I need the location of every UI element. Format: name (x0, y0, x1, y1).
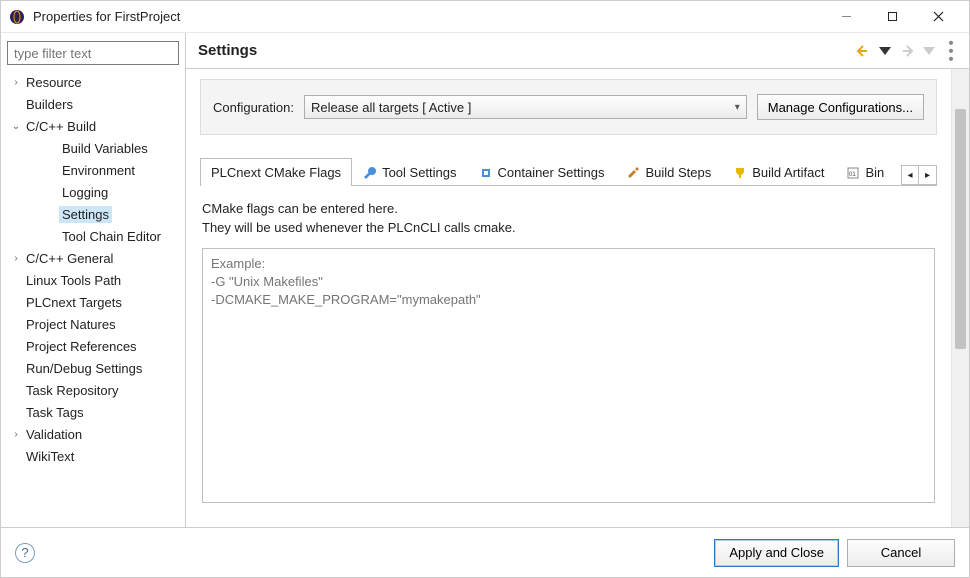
tree-item-c-c-build[interactable]: ⌄C/C++ Build (5, 115, 181, 137)
tree: ›Resource›Builders⌄C/C++ Build›Build Var… (1, 71, 185, 527)
tab-label: Build Steps (645, 165, 711, 180)
view-menu-icon[interactable] (943, 43, 959, 59)
back-arrow-icon[interactable] (855, 43, 871, 59)
tree-item-task-repository[interactable]: ›Task Repository (5, 379, 181, 401)
titlebar: Properties for FirstProject (1, 1, 969, 33)
back-menu-icon[interactable] (877, 43, 893, 59)
tree-item-resource[interactable]: ›Resource (5, 71, 181, 93)
tab-bin[interactable]: 01 Bin (835, 158, 895, 186)
cmake-desc-line1: CMake flags can be entered here. (202, 200, 935, 219)
window-title: Properties for FirstProject (33, 9, 823, 24)
page-header: Settings (186, 33, 969, 69)
trophy-icon (733, 166, 747, 180)
configuration-label: Configuration: (213, 100, 294, 115)
configuration-select[interactable]: Release all targets [ Active ] ▾ (304, 95, 747, 119)
close-button[interactable] (915, 3, 961, 31)
tab-label: Tool Settings (382, 165, 456, 180)
cmake-desc-line2: They will be used whenever the PLCnCLI c… (202, 219, 935, 238)
tab-scroll-left-button[interactable]: ◂ (901, 165, 919, 185)
eclipse-icon (9, 9, 25, 25)
configuration-bar: Configuration: Release all targets [ Act… (200, 79, 937, 135)
svg-text:01: 01 (849, 172, 856, 178)
tree-item-label: Environment (59, 162, 138, 179)
tree-item-label: PLCnext Targets (23, 294, 125, 311)
tab-tool-settings[interactable]: Tool Settings (352, 158, 467, 186)
tree-item-label: C/C++ Build (23, 118, 99, 135)
maximize-button[interactable] (869, 3, 915, 31)
tree-item-tool-chain-editor[interactable]: ›Tool Chain Editor (5, 225, 181, 247)
tab-label: Bin (865, 165, 884, 180)
tree-item-label: Build Variables (59, 140, 151, 157)
tab-label: PLCnext CMake Flags (211, 165, 341, 180)
tree-item-logging[interactable]: ›Logging (5, 181, 181, 203)
tree-item-run-debug-settings[interactable]: ›Run/Debug Settings (5, 357, 181, 379)
tree-item-project-natures[interactable]: ›Project Natures (5, 313, 181, 335)
tree-item-linux-tools-path[interactable]: ›Linux Tools Path (5, 269, 181, 291)
tree-item-label: Tool Chain Editor (59, 228, 164, 245)
minimize-button[interactable] (823, 3, 869, 31)
tab-build-artifact[interactable]: Build Artifact (722, 158, 835, 186)
tree-item-build-variables[interactable]: ›Build Variables (5, 137, 181, 159)
tab-container-settings[interactable]: Container Settings (468, 158, 616, 186)
button-bar: ? Apply and Close Cancel (1, 527, 969, 577)
wrench-icon (363, 166, 377, 180)
vertical-scrollbar[interactable] (951, 69, 969, 527)
tab-label: Build Artifact (752, 165, 824, 180)
cmake-flags-input[interactable] (202, 248, 935, 503)
tree-item-label: Project References (23, 338, 140, 355)
tree-item-builders[interactable]: ›Builders (5, 93, 181, 115)
tree-item-label: Validation (23, 426, 85, 443)
help-icon[interactable]: ? (15, 543, 35, 563)
page-title: Settings (198, 42, 855, 59)
tree-item-label: C/C++ General (23, 250, 116, 267)
tree-item-task-tags[interactable]: ›Task Tags (5, 401, 181, 423)
chevron-right-icon[interactable]: › (9, 429, 23, 440)
tab-label: Container Settings (498, 165, 605, 180)
tree-item-label: Builders (23, 96, 76, 113)
tab-body-plcnext-cmake-flags: CMake flags can be entered here. They wi… (200, 186, 937, 517)
tree-item-label: Settings (59, 206, 112, 223)
tree-item-label: Linux Tools Path (23, 272, 124, 289)
forward-arrow-icon[interactable] (899, 43, 915, 59)
tree-item-validation[interactable]: ›Validation (5, 423, 181, 445)
cancel-button[interactable]: Cancel (847, 539, 955, 567)
chevron-down-icon[interactable]: ⌄ (9, 121, 23, 132)
tree-item-environment[interactable]: ›Environment (5, 159, 181, 181)
tree-item-label: Resource (23, 74, 85, 91)
chevron-right-icon[interactable]: › (9, 77, 23, 88)
manage-configurations-button[interactable]: Manage Configurations... (757, 94, 924, 120)
tree-item-label: WikiText (23, 448, 77, 465)
tree-item-wikitext[interactable]: ›WikiText (5, 445, 181, 467)
tree-item-plcnext-targets[interactable]: ›PLCnext Targets (5, 291, 181, 313)
apply-and-close-button[interactable]: Apply and Close (714, 539, 839, 567)
binary-icon: 01 (846, 166, 860, 180)
tab-plcnext-cmake-flags[interactable]: PLCnext CMake Flags (200, 158, 352, 186)
tree-item-label: Logging (59, 184, 111, 201)
chip-icon (479, 166, 493, 180)
chevron-right-icon[interactable]: › (9, 253, 23, 264)
tree-item-c-c-general[interactable]: ›C/C++ General (5, 247, 181, 269)
tab-build-steps[interactable]: Build Steps (615, 158, 722, 186)
tree-item-label: Project Natures (23, 316, 119, 333)
configuration-value: Release all targets [ Active ] (311, 100, 471, 115)
tree-item-label: Run/Debug Settings (23, 360, 145, 377)
tree-panel: ›Resource›Builders⌄C/C++ Build›Build Var… (1, 33, 186, 527)
filter-input[interactable] (7, 41, 179, 65)
tabs-bar: PLCnext CMake Flags Tool Settings Containe… (200, 157, 937, 186)
chevron-down-icon: ▾ (735, 102, 740, 113)
tree-item-settings[interactable]: ›Settings (5, 203, 181, 225)
tree-item-label: Task Repository (23, 382, 121, 399)
tree-item-label: Task Tags (23, 404, 87, 421)
forward-menu-icon[interactable] (921, 43, 937, 59)
hammer-icon (626, 166, 640, 180)
tab-scroll-right-button[interactable]: ▸ (919, 165, 937, 185)
tree-item-project-references[interactable]: ›Project References (5, 335, 181, 357)
